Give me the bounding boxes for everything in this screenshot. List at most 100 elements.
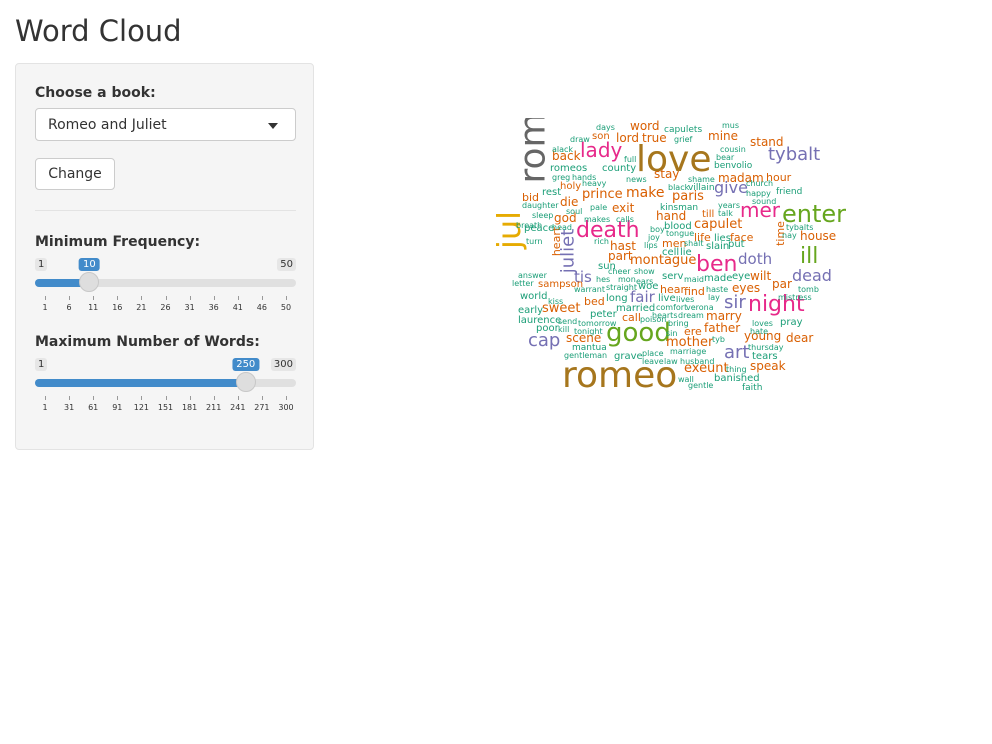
word-cloud-word: stand (750, 135, 784, 149)
word-cloud-word: daughter (522, 201, 559, 210)
word-cloud-word: son (592, 131, 610, 142)
slider-tick-label: 31 (184, 303, 195, 312)
word-cloud-word: calls (616, 215, 634, 224)
word-cloud-word: news (626, 175, 647, 184)
slider-max-label: 300 (270, 358, 296, 371)
max-words-slider[interactable]: 1 250 300 1 31 61 91 121 151 181 211 241 271 300 (35, 358, 296, 418)
word-cloud-word: church (746, 179, 774, 188)
slider-tick (213, 296, 215, 300)
slider-tick-label: 61 (88, 403, 99, 412)
word-cloud-word: mine (708, 129, 739, 143)
slider-tick-label: 21 (136, 303, 147, 312)
word-cloud-word: lives (676, 295, 695, 304)
word-cloud-word: bear (716, 153, 735, 162)
slider-max-label: 50 (277, 258, 296, 271)
slider-tick-label: 26 (160, 303, 171, 312)
slider-tick-label: 36 (208, 303, 219, 312)
slider-handle[interactable] (79, 272, 100, 292)
word-cloud-word: lay (708, 293, 720, 302)
word-cloud: romeo love rom jul good death enter lady night be… (496, 118, 856, 390)
slider-tick-label: 241 (230, 403, 246, 412)
slider-tick-label: 300 (278, 403, 294, 412)
word-cloud-word: straight (606, 283, 638, 292)
word-cloud-word: villain (688, 183, 715, 193)
slider-fill (35, 379, 246, 387)
word-cloud-word: thursday (748, 343, 784, 352)
word-cloud-word: rom (512, 118, 554, 184)
slider-tick-label: 151 (157, 403, 174, 412)
word-cloud-word: shame (688, 175, 715, 184)
slider-handle[interactable] (235, 372, 256, 392)
word-cloud-word: draw (570, 135, 590, 144)
slider-tick (261, 396, 263, 400)
slider-tick-label: 181 (181, 403, 198, 412)
slider-tick-label: 41 (232, 303, 243, 312)
slider-tick-label: 46 (256, 303, 267, 312)
slider-ticks: 1 31 61 91 121 151 181 211 241 271 300 (35, 396, 296, 412)
slider-min-label: 1 (35, 358, 48, 371)
word-cloud-word: prince (582, 187, 623, 202)
slider-tick-label: 121 (133, 403, 150, 412)
word-cloud-word: hast (610, 239, 636, 253)
slider-ticks: 1 6 11 16 21 26 31 36 41 46 50 (35, 296, 296, 312)
word-cloud-word: leave (642, 357, 664, 366)
slider-tick-label: 50 (280, 303, 292, 312)
word-cloud-word: show (634, 267, 655, 276)
word-cloud-word: cell (662, 247, 680, 258)
word-cloud-word: rest (542, 187, 562, 198)
word-cloud-word: eye (732, 271, 751, 282)
book-select[interactable]: Romeo and Juliet (35, 108, 296, 141)
word-cloud-word: husband (680, 357, 715, 366)
book-label: Choose a book: (35, 85, 156, 101)
word-cloud-word: exit (612, 201, 635, 215)
word-cloud-word: lies (714, 233, 731, 244)
slider-tick-label: 1 (42, 303, 48, 312)
word-cloud-word: mus (722, 121, 740, 130)
slider-tick (45, 396, 46, 400)
word-cloud-word: dead (792, 266, 832, 285)
slider-tick (93, 396, 95, 400)
slider-tick-label: 31 (64, 403, 75, 412)
slider-tick (69, 296, 71, 300)
word-cloud-word: world (520, 291, 548, 302)
slider-track[interactable] (35, 272, 296, 292)
word-cloud-word: stay (654, 167, 680, 181)
word-cloud-word: kinsman (660, 203, 699, 213)
slider-tick (165, 396, 167, 400)
word-cloud-word: marriage (670, 347, 707, 356)
word-cloud-word: rich (594, 237, 609, 246)
word-cloud-word: lie (680, 247, 692, 258)
word-cloud-word: days (596, 123, 615, 132)
word-cloud-word: holy (560, 181, 582, 192)
chevron-down-icon (268, 123, 278, 129)
change-button[interactable]: Change (35, 158, 115, 190)
slider-tick (237, 296, 239, 300)
slider-tick (213, 396, 215, 400)
word-cloud-word: turn (526, 237, 543, 246)
word-cloud-word: county (602, 163, 637, 174)
slider-value-label: 250 (232, 358, 260, 371)
word-cloud-word: art (724, 342, 750, 363)
word-cloud-word: cap (528, 330, 561, 351)
word-cloud-word: eyes (732, 281, 761, 295)
slider-tick (261, 296, 263, 300)
slider-track[interactable] (35, 372, 296, 392)
slider-tick-label: 1 (42, 403, 48, 412)
word-cloud-word: alack (552, 145, 574, 154)
slider-tick (165, 296, 167, 300)
slider-tick (117, 396, 119, 400)
word-cloud-word: sound (752, 197, 777, 206)
word-cloud-word: ill (800, 244, 819, 269)
min-frequency-label: Minimum Frequency: (35, 234, 201, 250)
word-cloud-word: maid (684, 275, 704, 284)
word-cloud-word: tyb (712, 335, 725, 344)
word-cloud-word: verona (686, 303, 714, 312)
word-cloud-word: par (772, 277, 792, 291)
slider-tick (286, 396, 287, 400)
word-cloud-word: grave (614, 351, 643, 362)
word-cloud-word: faith (742, 383, 763, 391)
word-cloud-word: ears (636, 277, 654, 286)
min-frequency-slider[interactable]: 1 10 50 1 6 11 16 21 26 31 36 41 46 50 (35, 258, 296, 318)
slider-value-label: 10 (78, 258, 100, 271)
slider-tick (117, 296, 119, 300)
